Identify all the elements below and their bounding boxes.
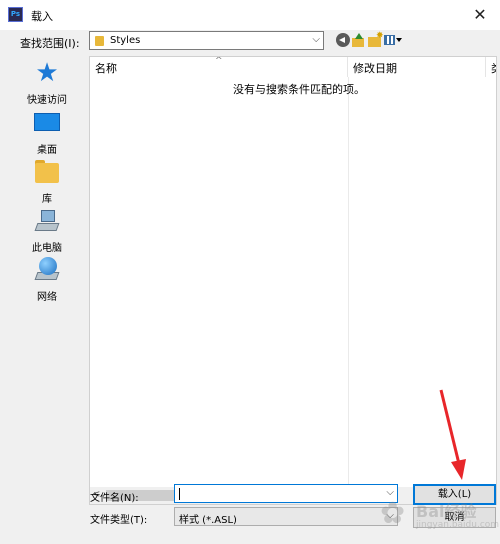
star-icon: ★	[35, 58, 59, 88]
places-bar: ★ 快速访问 桌面 库 此电脑 网络	[9, 56, 87, 505]
chevron-down-icon[interactable]: ⌵	[312, 34, 320, 45]
place-label: 桌面	[37, 145, 57, 156]
column-header-name[interactable]: 名称 ^	[90, 57, 348, 77]
lookin-value: Styles	[110, 35, 141, 46]
column-type-label: 类	[491, 62, 496, 75]
text-caret	[179, 488, 180, 500]
place-desktop[interactable]: 桌面	[9, 110, 85, 156]
column-date-label: 修改日期	[353, 62, 397, 75]
filetype-label: 文件类型(T):	[90, 515, 148, 526]
place-quick-access[interactable]: ★ 快速访问	[9, 60, 85, 106]
folder-icon	[95, 36, 104, 46]
title-bar: Ps 载入 ✕	[0, 0, 500, 30]
folder-up-icon[interactable]	[352, 33, 366, 47]
back-circle-icon[interactable]	[336, 33, 350, 47]
desktop-icon	[33, 110, 61, 136]
column-header-date[interactable]: 修改日期	[348, 57, 486, 77]
photoshop-app-icon: Ps	[8, 7, 23, 22]
baidu-watermark: ✿ Bai经验 jingyan.baidu.com	[378, 492, 500, 540]
network-icon	[33, 257, 61, 283]
place-this-pc[interactable]: 此电脑	[9, 208, 85, 254]
place-label: 快速访问	[27, 95, 67, 106]
filename-input[interactable]: ⌵	[174, 484, 398, 503]
file-list[interactable]: 名称 ^ 修改日期 类 没有与搜索条件匹配的项。 < >	[89, 56, 497, 505]
place-network[interactable]: 网络	[9, 257, 85, 303]
column-divider	[348, 77, 349, 487]
new-folder-icon[interactable]: ✸	[368, 31, 384, 47]
sort-caret-icon: ^	[215, 56, 223, 66]
paw-logo-icon: ✿	[380, 496, 406, 531]
watermark-text: Bai经验	[416, 502, 477, 521]
filename-label: 文件名(N):	[90, 493, 139, 504]
window-title: 载入	[31, 10, 53, 23]
lookin-label: 查找范围(I):	[20, 37, 80, 50]
place-label: 库	[42, 194, 52, 205]
column-name-label: 名称	[95, 62, 117, 75]
open-dialog: 查找范围(I): Styles ⌵ ✸ ★ 快速访问 桌面 库 此电脑 网络 名…	[0, 30, 500, 544]
computer-icon	[33, 208, 61, 234]
filetype-value: 样式 (*.ASL)	[179, 515, 237, 526]
close-button[interactable]: ✕	[470, 5, 490, 25]
watermark-subtext: jingyan.baidu.com	[416, 520, 500, 530]
empty-message: 没有与搜索条件匹配的项。	[233, 83, 365, 96]
filetype-select[interactable]: 样式 (*.ASL) ⌵	[174, 507, 398, 526]
library-folder-icon	[33, 159, 61, 185]
view-menu-icon[interactable]	[384, 33, 404, 47]
lookin-combobox[interactable]: Styles ⌵	[89, 31, 324, 50]
place-library[interactable]: 库	[9, 159, 85, 205]
column-header-type[interactable]: 类	[486, 57, 496, 77]
place-label: 此电脑	[32, 243, 62, 254]
place-label: 网络	[37, 292, 57, 303]
